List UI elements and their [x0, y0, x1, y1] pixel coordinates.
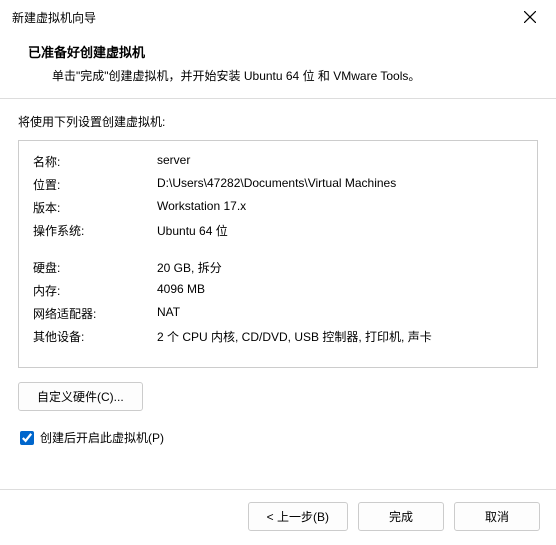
- value-other: 2 个 CPU 内核, CD/DVD, USB 控制器, 打印机, 声卡: [157, 328, 523, 345]
- row-location: 位置: D:\Users\47282\Documents\Virtual Mac…: [33, 176, 523, 193]
- titlebar: 新建虚拟机向导: [0, 0, 556, 32]
- label-version: 版本:: [33, 199, 157, 216]
- back-button[interactable]: < 上一步(B): [248, 502, 348, 531]
- header-subtitle: 单击"完成"创建虚拟机，并开始安装 Ubuntu 64 位 和 VMware T…: [28, 67, 536, 84]
- close-icon: [524, 11, 536, 23]
- label-other: 其他设备:: [33, 328, 157, 345]
- label-location: 位置:: [33, 176, 157, 193]
- customize-hardware-button[interactable]: 自定义硬件(C)...: [18, 382, 143, 411]
- poweron-checkbox[interactable]: [20, 431, 34, 445]
- value-disk: 20 GB, 拆分: [157, 259, 523, 276]
- label-network: 网络适配器:: [33, 305, 157, 322]
- value-name: server: [157, 153, 523, 170]
- row-network: 网络适配器: NAT: [33, 305, 523, 322]
- settings-panel: 名称: server 位置: D:\Users\47282\Documents\…: [18, 140, 538, 368]
- row-other: 其他设备: 2 个 CPU 内核, CD/DVD, USB 控制器, 打印机, …: [33, 328, 523, 345]
- label-disk: 硬盘:: [33, 259, 157, 276]
- close-button[interactable]: [516, 7, 544, 27]
- label-name: 名称:: [33, 153, 157, 170]
- row-os: 操作系统: Ubuntu 64 位: [33, 222, 523, 239]
- value-version: Workstation 17.x: [157, 199, 523, 216]
- poweron-checkbox-label: 创建后开启此虚拟机(P): [40, 429, 164, 446]
- row-name: 名称: server: [33, 153, 523, 170]
- value-location: D:\Users\47282\Documents\Virtual Machine…: [157, 176, 523, 193]
- content-area: 将使用下列设置创建虚拟机: 名称: server 位置: D:\Users\47…: [0, 113, 556, 489]
- finish-button[interactable]: 完成: [358, 502, 444, 531]
- footer-buttons: < 上一步(B) 完成 取消: [0, 489, 556, 545]
- customize-row: 自定义硬件(C)...: [18, 382, 538, 411]
- header-divider: [0, 98, 556, 99]
- row-version: 版本: Workstation 17.x: [33, 199, 523, 216]
- value-os: Ubuntu 64 位: [157, 222, 523, 239]
- value-memory: 4096 MB: [157, 282, 523, 299]
- value-network: NAT: [157, 305, 523, 322]
- row-disk: 硬盘: 20 GB, 拆分: [33, 259, 523, 276]
- window-title: 新建虚拟机向导: [12, 9, 96, 26]
- label-memory: 内存:: [33, 282, 157, 299]
- label-os: 操作系统:: [33, 222, 157, 239]
- poweron-checkbox-row[interactable]: 创建后开启此虚拟机(P): [18, 429, 538, 446]
- settings-lead: 将使用下列设置创建虚拟机:: [18, 113, 538, 130]
- wizard-header: 已准备好创建虚拟机 单击"完成"创建虚拟机，并开始安装 Ubuntu 64 位 …: [0, 32, 556, 98]
- row-memory: 内存: 4096 MB: [33, 282, 523, 299]
- header-title: 已准备好创建虚拟机: [28, 42, 536, 61]
- cancel-button[interactable]: 取消: [454, 502, 540, 531]
